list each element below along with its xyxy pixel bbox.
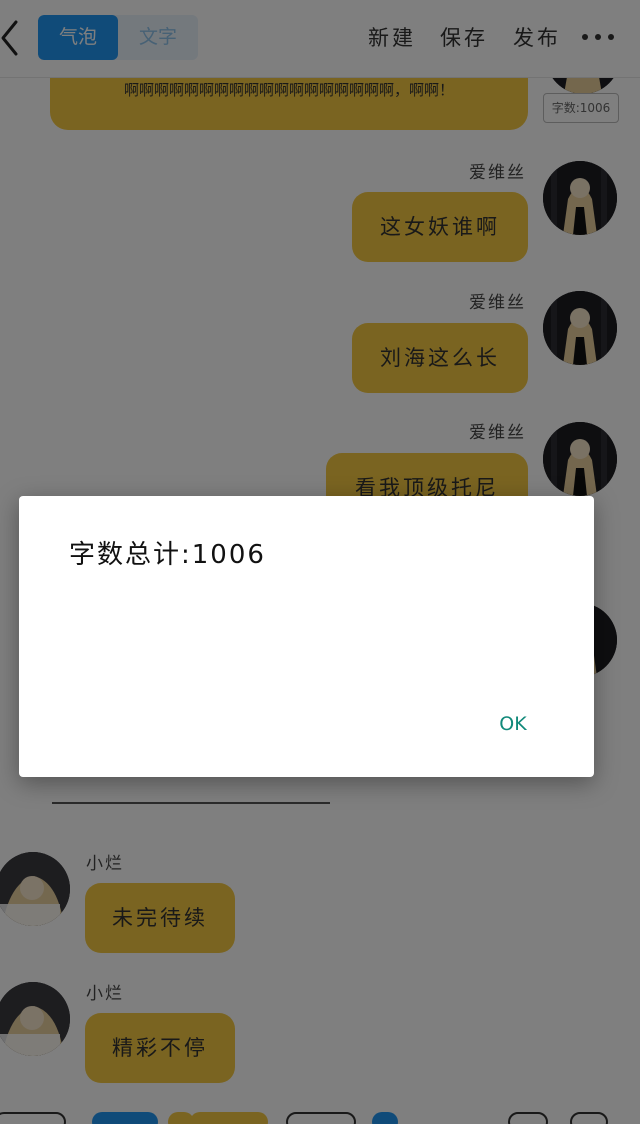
word-count-dialog: 字数总计:1006 OK <box>19 496 594 777</box>
ok-button[interactable]: OK <box>491 708 535 740</box>
dialog-message: 字数总计:1006 <box>69 540 266 570</box>
